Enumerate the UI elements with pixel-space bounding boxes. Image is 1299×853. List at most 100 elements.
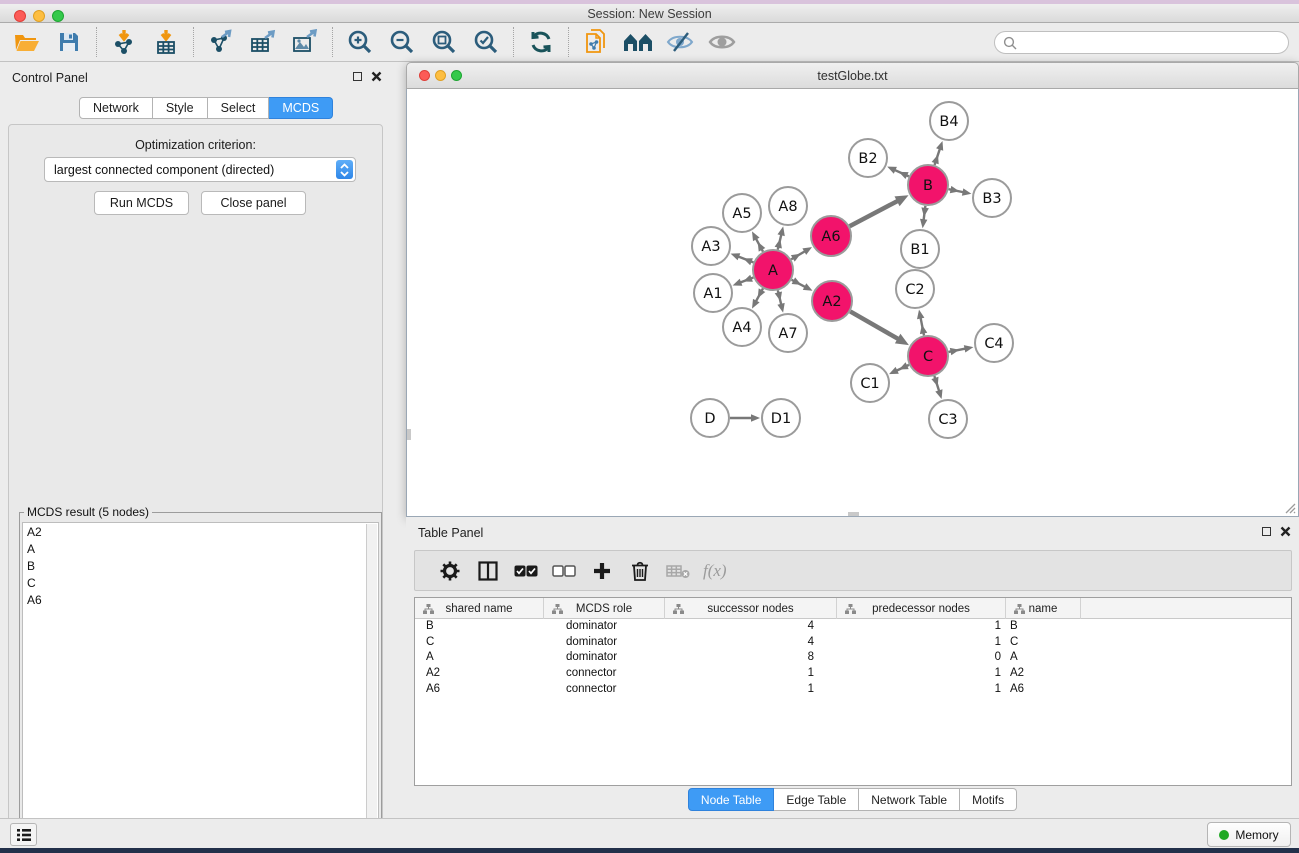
tab-motifs[interactable]: Motifs [960,788,1017,811]
cell-predecessor-nodes[interactable]: 1 [837,619,1006,635]
node-B4[interactable]: B4 [930,102,968,140]
node-D1[interactable]: D1 [762,399,800,437]
cell-MCDS-role[interactable]: connector [544,682,665,698]
import-network-button[interactable] [109,26,139,58]
edge-A6-B[interactable] [850,195,909,226]
tab-network[interactable]: Network [79,97,153,119]
result-item[interactable]: A6 [23,591,378,608]
import-table-button[interactable] [151,26,181,58]
node-D[interactable]: D [691,399,729,437]
export-network-button[interactable] [206,26,236,58]
zoom-fit-button[interactable] [429,26,459,58]
cell-name[interactable]: A [1006,650,1081,666]
result-scrollbar[interactable] [366,524,377,845]
tab-node-table[interactable]: Node Table [688,788,775,811]
node-C4[interactable]: C4 [975,324,1013,362]
vertical-scroll-nub[interactable] [407,429,411,440]
search-input[interactable] [994,31,1289,54]
node-C3[interactable]: C3 [929,400,967,438]
edge-C-C4[interactable] [949,345,974,355]
cell-name[interactable]: A6 [1006,682,1081,698]
cell-name[interactable]: B [1006,619,1081,635]
refresh-button[interactable] [526,26,556,58]
node-C[interactable]: C [908,336,948,376]
memory-button[interactable]: Memory [1207,822,1291,847]
table-row[interactable]: Adominator80A [415,650,1291,666]
column-header-MCDS-role[interactable]: MCDS role [544,598,665,619]
table-row[interactable]: A6connector11A6 [415,682,1291,698]
column-header-successor-nodes[interactable]: successor nodes [665,598,837,619]
column-layout-button[interactable] [473,556,503,586]
column-header-predecessor-nodes[interactable]: predecessor nodes [837,598,1006,619]
result-item[interactable]: B [23,557,378,574]
table-settings-button[interactable] [435,556,465,586]
edge-C-C2[interactable] [917,310,927,336]
result-item[interactable]: A2 [23,523,378,540]
new-network-from-selection-button[interactable] [581,26,611,58]
edge-A-A5[interactable] [752,231,765,251]
node-A6[interactable]: A6 [811,216,851,256]
edge-C-C1[interactable] [889,362,909,374]
criterion-select[interactable]: largest connected component (directed) [44,157,356,182]
cell-shared-name[interactable]: A2 [415,666,544,682]
edge-A-A7[interactable] [775,290,785,312]
column-header-name[interactable]: name [1006,598,1081,619]
cell-MCDS-role[interactable]: dominator [544,619,665,635]
resize-grip-icon[interactable] [1282,500,1296,514]
edge-A-A6[interactable] [791,247,812,262]
horizontal-scroll-nub[interactable] [848,512,859,516]
edge-B-B4[interactable] [932,141,944,165]
table-row[interactable]: Bdominator41B [415,619,1291,635]
first-neighbors-button[interactable] [623,26,653,58]
node-A4[interactable]: A4 [723,308,761,346]
table-row[interactable]: Cdominator41C [415,635,1291,651]
cell-shared-name[interactable]: A [415,650,544,666]
node-B2[interactable]: B2 [849,139,887,177]
column-header-shared-name[interactable]: shared name [415,598,544,619]
tab-mcds[interactable]: MCDS [269,97,333,119]
delete-row-button[interactable] [625,556,655,586]
cell-shared-name[interactable]: C [415,635,544,651]
edge-C-C3[interactable] [931,376,942,399]
tab-select[interactable]: Select [208,97,270,119]
table-row[interactable]: A2connector11A2 [415,666,1291,682]
cell-name[interactable]: C [1006,635,1081,651]
mcds-result-list[interactable]: A2ABCA6 [22,522,379,847]
edge-A-A4[interactable] [752,288,765,308]
edge-B-B3[interactable] [949,186,972,196]
close-panel-icon[interactable] [371,71,382,82]
tab-network-table[interactable]: Network Table [859,788,960,811]
save-session-button[interactable] [54,26,84,58]
edge-A-A2[interactable] [792,277,813,290]
cell-successor-nodes[interactable]: 4 [665,619,837,635]
open-file-button[interactable] [12,26,42,58]
node-A5[interactable]: A5 [723,194,761,232]
cell-successor-nodes[interactable]: 4 [665,635,837,651]
close-table-panel-icon[interactable] [1280,526,1291,537]
result-item[interactable]: A [23,540,378,557]
cell-MCDS-role[interactable]: dominator [544,650,665,666]
node-A8[interactable]: A8 [769,187,807,225]
add-row-button[interactable] [587,556,617,586]
float-table-panel-icon[interactable] [1262,527,1271,536]
node-C1[interactable]: C1 [851,364,889,402]
edge-D-D1[interactable] [730,414,760,422]
cell-shared-name[interactable]: A6 [415,682,544,698]
show-all-button[interactable] [707,26,737,58]
cell-shared-name[interactable]: B [415,619,544,635]
cell-predecessor-nodes[interactable]: 1 [837,666,1006,682]
node-C2[interactable]: C2 [896,270,934,308]
node-B3[interactable]: B3 [973,179,1011,217]
task-history-button[interactable] [10,823,37,846]
edge-B-B2[interactable] [887,167,909,179]
float-panel-icon[interactable] [353,72,362,81]
cell-predecessor-nodes[interactable]: 0 [837,650,1006,666]
node-A2[interactable]: A2 [812,281,852,321]
network-window-title-bar[interactable]: testGlobe.txt [406,62,1299,89]
zoom-selected-button[interactable] [471,26,501,58]
cell-name[interactable]: A2 [1006,666,1081,682]
hide-selected-button[interactable] [665,26,695,58]
node-A7[interactable]: A7 [769,314,807,352]
edge-A-A3[interactable] [731,253,754,265]
export-image-button[interactable] [290,26,320,58]
